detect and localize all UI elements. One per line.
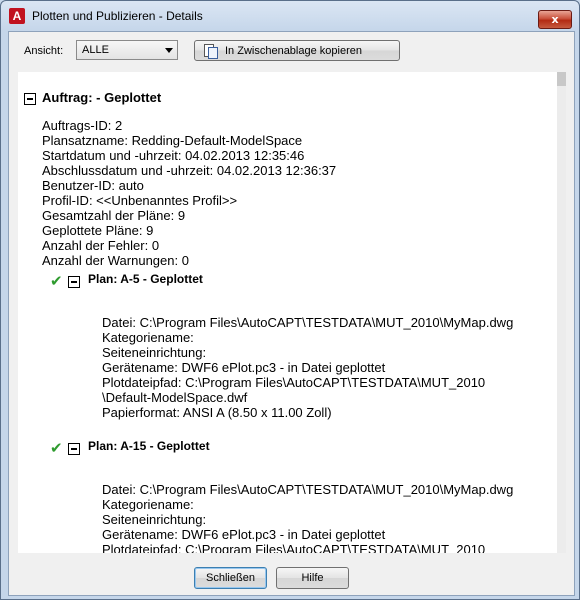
view-label: Ansicht:	[24, 45, 64, 57]
plan-line: Kategoriename:	[102, 330, 194, 345]
clipboard-copy-icon	[204, 44, 218, 59]
autocad-app-icon: A	[9, 8, 25, 24]
window-close-button[interactable]: x	[538, 10, 572, 29]
job-heading: Auftrag: - Geplottet	[42, 90, 162, 105]
view-dropdown[interactable]: ALLE	[76, 40, 178, 60]
plan-line: Seiteneinrichtung:	[102, 345, 207, 360]
title-bar[interactable]: A Plotten und Publizieren - Details x	[1, 1, 579, 31]
plan-heading: Plan: A-15 - Geplottet	[88, 439, 210, 453]
details-panel[interactable]: Auftrag: - Geplottet Auftrags-ID: 2 Plan…	[18, 72, 566, 553]
job-line: Anzahl der Fehler: 0	[42, 238, 160, 253]
collapse-plan-toggle[interactable]	[68, 276, 80, 288]
plan-line: Plotdateipfad: C:\Program Files\AutoCAPT…	[102, 542, 486, 553]
scrollbar-thumb[interactable]	[557, 72, 566, 86]
job-line: Auftrags-ID: 2	[42, 118, 123, 133]
job-line: Gesamtzahl der Pläne: 9	[42, 208, 186, 223]
plan-line: Gerätename: DWF6 ePlot.pc3 - in Datei ge…	[102, 360, 386, 375]
plan-line: Papierformat: ANSI A (8.50 x 11.00 Zoll)	[102, 405, 332, 420]
close-button[interactable]: Schließen	[194, 567, 267, 589]
job-line: Benutzer-ID: auto	[42, 178, 144, 193]
plan-line: Gerätename: DWF6 ePlot.pc3 - in Datei ge…	[102, 527, 386, 542]
success-check-icon: ✔	[50, 272, 63, 290]
plan-line: Datei: C:\Program Files\AutoCAPT\TESTDAT…	[102, 482, 514, 497]
job-line: Anzahl der Warnungen: 0	[42, 253, 189, 268]
job-line: Startdatum und -uhrzeit: 04.02.2013 12:3…	[42, 148, 305, 163]
dialog-client-area: Ansicht: ALLE In Zwischenablage kopieren…	[8, 31, 575, 596]
job-line: Geplottete Pläne: 9	[42, 223, 154, 238]
copy-to-clipboard-button[interactable]: In Zwischenablage kopieren	[194, 40, 400, 61]
help-button[interactable]: Hilfe	[276, 567, 349, 589]
job-line: Profil-ID: <<Unbenanntes Profil>>	[42, 193, 238, 208]
success-check-icon: ✔	[50, 439, 63, 457]
job-line: Abschlussdatum und -uhrzeit: 04.02.2013 …	[42, 163, 337, 178]
window-title: Plotten und Publizieren - Details	[32, 9, 203, 23]
chevron-down-icon	[165, 48, 173, 53]
plan-line: Datei: C:\Program Files\AutoCAPT\TESTDAT…	[102, 315, 514, 330]
plan-line: Plotdateipfad: C:\Program Files\AutoCAPT…	[102, 375, 486, 390]
vertical-scrollbar[interactable]	[557, 72, 566, 553]
job-line: Plansatzname: Redding-Default-ModelSpace	[42, 133, 303, 148]
copy-to-clipboard-label: In Zwischenablage kopieren	[225, 45, 362, 57]
plan-line: Seiteneinrichtung:	[102, 512, 207, 527]
view-dropdown-value: ALLE	[82, 44, 109, 56]
dialog-window: A Plotten und Publizieren - Details x An…	[0, 0, 580, 600]
collapse-job-toggle[interactable]	[24, 93, 36, 105]
collapse-plan-toggle[interactable]	[68, 443, 80, 455]
plan-line: Kategoriename:	[102, 497, 194, 512]
plan-line: \Default-ModelSpace.dwf	[102, 390, 248, 405]
plan-heading: Plan: A-5 - Geplottet	[88, 272, 203, 286]
